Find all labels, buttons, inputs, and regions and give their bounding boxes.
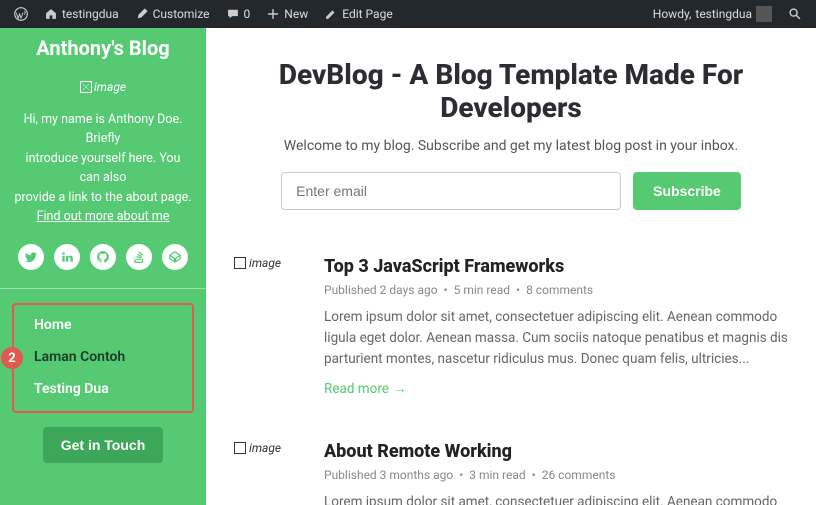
plus-icon [266, 7, 280, 21]
meta-sep: • [459, 468, 463, 482]
wp-user-name: testingdua [695, 7, 752, 21]
post-body: Top 3 JavaScript Frameworks Published 2 … [324, 256, 788, 397]
post-thumbnail: image [234, 441, 298, 505]
image-placeholder: image [234, 256, 298, 270]
wp-howdy-prefix: Howdy, [653, 7, 692, 21]
wp-logo-menu[interactable] [8, 7, 34, 21]
about-link[interactable]: Find out more about me [37, 209, 170, 224]
post-item: image Top 3 JavaScript Frameworks Publis… [234, 256, 788, 397]
wp-new-label: New [284, 7, 308, 21]
wp-edit-page-link[interactable]: Edit Page [318, 7, 398, 21]
home-icon [44, 7, 58, 21]
meta-sep: • [532, 468, 536, 482]
annotation-badge: 2 [1, 347, 23, 369]
stackoverflow-icon [132, 250, 146, 264]
wp-admin-bar-right: Howdy, testingdua [647, 6, 808, 22]
broken-image-icon [234, 257, 246, 269]
broken-image-icon [80, 81, 92, 93]
wp-comments-count: 0 [244, 7, 251, 21]
social-links [14, 244, 192, 270]
wp-admin-bar-left: testingdua Customize 0 New Edit Page [8, 7, 399, 21]
post-comments: 26 comments [542, 468, 616, 482]
post-meta: Published 2 days ago • 5 min read • 8 co… [324, 283, 788, 297]
wp-edit-page-label: Edit Page [342, 7, 392, 21]
image-alt: image [249, 256, 281, 270]
profile-image-alt: image [94, 80, 126, 94]
bio-line: introduce yourself here. You can also [26, 151, 181, 185]
github-icon [96, 250, 110, 264]
wp-site-name: testingdua [62, 7, 119, 21]
post-meta: Published 3 months ago • 3 min read • 26… [324, 468, 788, 482]
welcome-text: Welcome to my blog. Subscribe and get my… [234, 138, 788, 154]
subscribe-form: Subscribe [234, 172, 788, 210]
post-excerpt: Lorem ipsum dolor sit amet, consectetuer… [324, 307, 788, 370]
read-more-link[interactable]: Read more→ [324, 381, 406, 397]
wp-account-menu[interactable]: Howdy, testingdua [647, 6, 778, 22]
wordpress-icon [14, 7, 28, 21]
wp-new-link[interactable]: New [260, 7, 314, 21]
broken-image-icon [234, 442, 246, 454]
divider [0, 288, 206, 289]
brush-icon [135, 7, 149, 21]
arrow-right-icon: → [393, 381, 407, 397]
wp-customize-label: Customize [153, 7, 210, 21]
wp-comments-link[interactable]: 0 [220, 7, 257, 21]
linkedin-icon [60, 250, 74, 264]
post-title[interactable]: Top 3 JavaScript Frameworks [324, 256, 788, 277]
post-body: About Remote Working Published 3 months … [324, 441, 788, 505]
nav-item-laman-contoh[interactable]: Laman Contoh [14, 341, 192, 373]
bio-text: Hi, my name is Anthony Doe. Briefly intr… [14, 110, 192, 226]
profile-image-placeholder: image [80, 80, 126, 94]
wp-search-button[interactable] [782, 7, 808, 21]
search-icon [788, 7, 802, 21]
email-input[interactable] [281, 172, 621, 210]
stackoverflow-link[interactable] [126, 244, 152, 270]
comment-icon [226, 7, 240, 21]
meta-sep: • [444, 283, 448, 297]
blog-title: DevBlog - A Blog Template Made For Devel… [234, 58, 788, 124]
bio-line: provide a link to the about page. [14, 190, 191, 205]
nav-item-testing-dua[interactable]: Testing Dua [14, 373, 192, 405]
image-alt: image [249, 441, 281, 455]
main-content: DevBlog - A Blog Template Made For Devel… [206, 28, 816, 505]
bio-line: Hi, my name is Anthony Doe. Briefly [24, 112, 183, 146]
wp-admin-bar: testingdua Customize 0 New Edit Page [0, 0, 816, 28]
nav-item-home[interactable]: Home [14, 309, 192, 341]
post-item: image About Remote Working Published 3 m… [234, 441, 788, 505]
post-read-time: 5 min read [454, 283, 510, 297]
codepen-icon [168, 250, 182, 264]
sidebar: Anthony's Blog image Hi, my name is Anth… [0, 28, 206, 505]
twitter-icon [24, 250, 38, 264]
post-published: Published 2 days ago [324, 283, 438, 297]
post-read-time: 3 min read [469, 468, 525, 482]
site-title: Anthony's Blog [14, 36, 192, 60]
wp-customize-link[interactable]: Customize [129, 7, 216, 21]
wp-site-menu[interactable]: testingdua [38, 7, 125, 21]
read-more-label: Read more [324, 381, 389, 397]
sidebar-nav: 2 Home Laman Contoh Testing Dua [12, 303, 194, 413]
get-in-touch-button[interactable]: Get in Touch [43, 427, 164, 463]
twitter-link[interactable] [18, 244, 44, 270]
avatar-icon [756, 6, 772, 22]
post-title[interactable]: About Remote Working [324, 441, 788, 462]
image-placeholder: image [234, 441, 298, 455]
post-published: Published 3 months ago [324, 468, 453, 482]
post-comments: 8 comments [526, 283, 593, 297]
pencil-icon [324, 7, 338, 21]
meta-sep: • [516, 283, 520, 297]
linkedin-link[interactable] [54, 244, 80, 270]
post-thumbnail: image [234, 256, 298, 397]
codepen-link[interactable] [162, 244, 188, 270]
subscribe-button[interactable]: Subscribe [633, 172, 741, 210]
github-link[interactable] [90, 244, 116, 270]
post-excerpt: Lorem ipsum dolor sit amet, consectetuer… [324, 492, 788, 505]
